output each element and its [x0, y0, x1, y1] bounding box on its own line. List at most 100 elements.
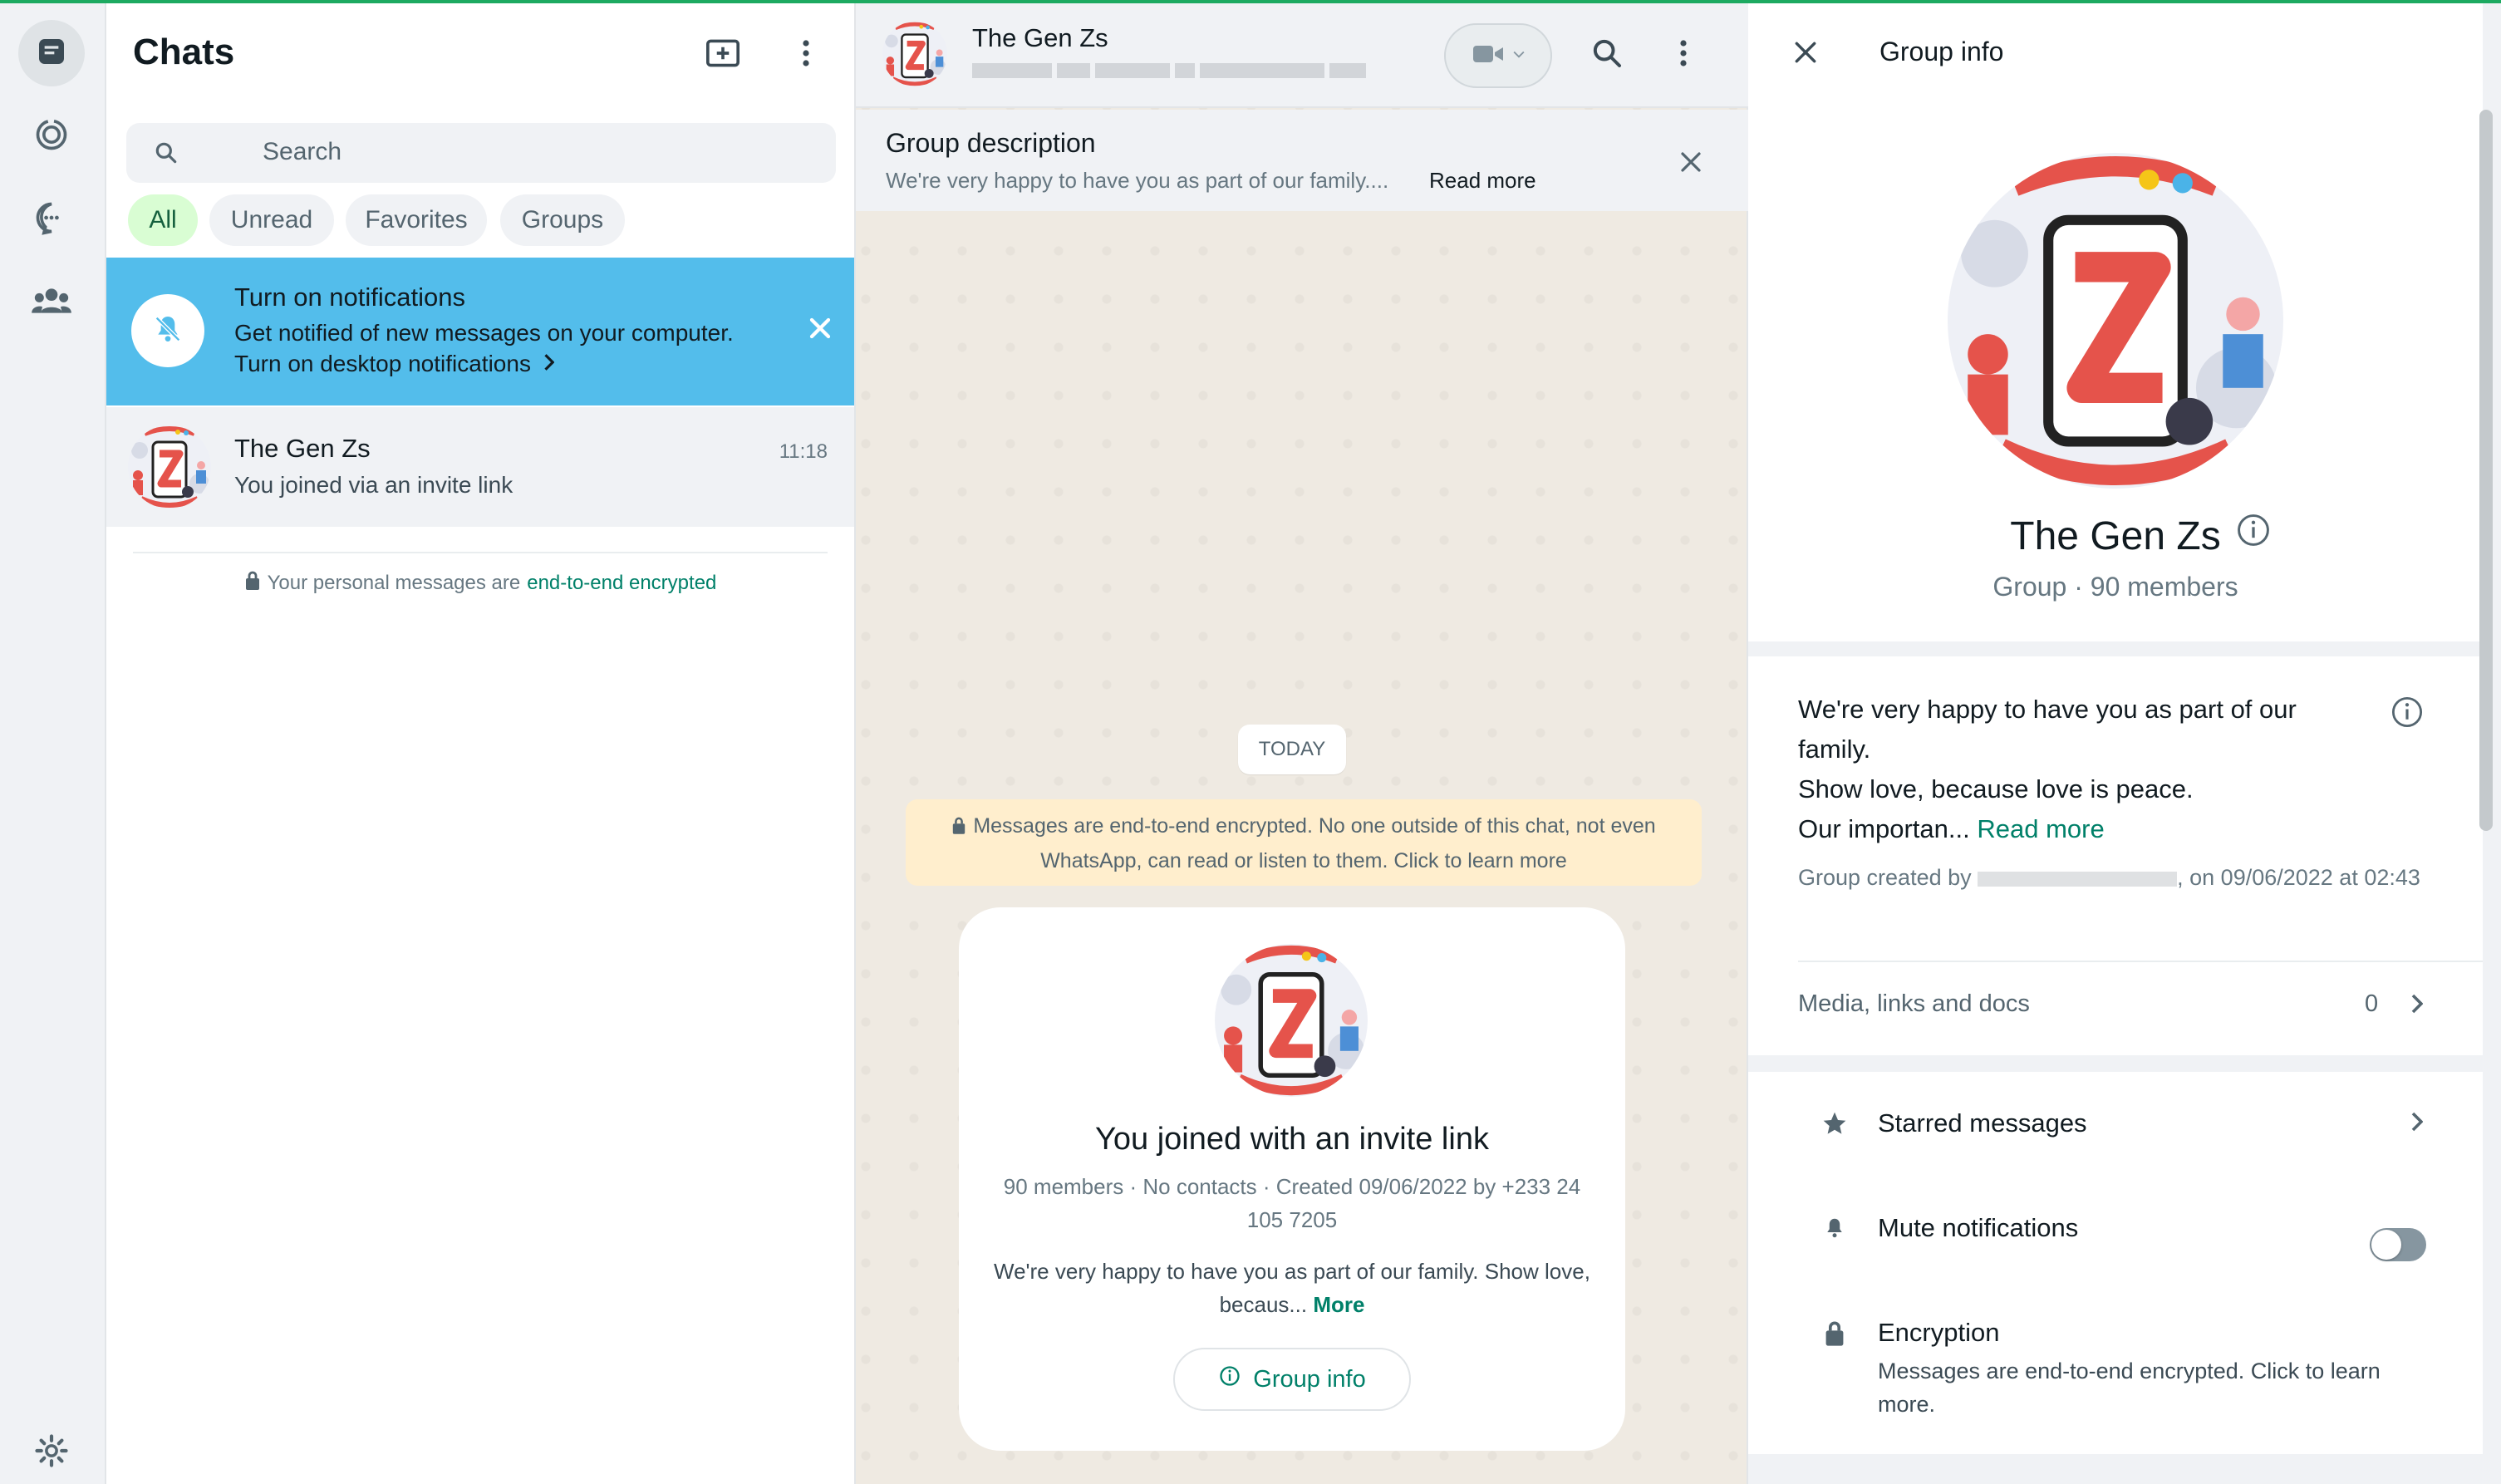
- group-description-section: We're very happy to have you as part of …: [1748, 656, 2483, 1055]
- group-info-panel: Group info The Gen Zs Group · 90 members…: [1748, 0, 2501, 1484]
- group-description-full: We're very happy to have you as part of …: [1798, 690, 2363, 849]
- group-name-info-button[interactable]: [2232, 510, 2275, 553]
- channels-nav-button[interactable]: [18, 186, 85, 253]
- conversation-panel: The Gen Zs Group description We're very …: [856, 0, 1748, 1484]
- chat-list-item[interactable]: The Gen Zs 11:18 You joined via an invit…: [106, 407, 854, 527]
- notification-title: Turn on notifications: [234, 283, 466, 312]
- chat-timestamp: 11:18: [779, 440, 828, 463]
- search-icon: [151, 138, 181, 168]
- notification-banner[interactable]: Turn on notifications Get notified of ne…: [106, 258, 854, 405]
- chevron-right-icon: [2410, 1111, 2424, 1137]
- chats-nav-button[interactable]: [18, 20, 85, 86]
- list-divider: [133, 552, 828, 553]
- section-divider: [1798, 961, 2483, 962]
- starred-chevron-button[interactable]: [2400, 1105, 2433, 1142]
- close-description-button[interactable]: [1670, 143, 1712, 184]
- search-input[interactable]: Search: [126, 123, 836, 183]
- created-suffix: , on 09/06/2022 at 02:43: [2177, 865, 2420, 890]
- conversation-avatar[interactable]: [882, 22, 947, 86]
- chats-icon: [35, 35, 68, 72]
- group-description-bar[interactable]: Group description We're very happy to ha…: [856, 110, 1748, 211]
- search-messages-button[interactable]: [1584, 32, 1630, 78]
- group-created-info: Group created by , on 09/06/2022 at 02:4…: [1798, 861, 2430, 894]
- close-icon: [808, 316, 833, 345]
- encryption-title[interactable]: Encryption: [1878, 1318, 1999, 1348]
- group-info-button-label: Group info: [1253, 1365, 1366, 1393]
- video-call-button[interactable]: [1444, 23, 1552, 88]
- filter-groups[interactable]: Groups: [500, 194, 625, 246]
- invite-card-more-link[interactable]: More: [1313, 1292, 1364, 1317]
- nav-rail: [0, 0, 106, 1484]
- group-profile-photo[interactable]: [1948, 153, 2283, 489]
- communities-nav-button[interactable]: [18, 269, 85, 336]
- chevron-right-icon: [2410, 993, 2424, 1019]
- chevron-down-icon: [1513, 48, 1525, 63]
- invite-card-title: You joined with an invite link: [1095, 1122, 1489, 1157]
- description-info-button[interactable]: [2386, 693, 2428, 735]
- group-description-read-more[interactable]: Read more: [1429, 168, 1536, 194]
- group-info-button[interactable]: Group info: [1173, 1348, 1411, 1411]
- filter-favorites[interactable]: Favorites: [346, 194, 487, 246]
- close-group-info-button[interactable]: [1785, 33, 1826, 75]
- group-info-scrollbar[interactable]: [2479, 110, 2493, 831]
- new-chat-button[interactable]: [698, 33, 748, 76]
- description-line-truncated: Our importan... Read more: [1798, 809, 2363, 849]
- settings-icon: [34, 1433, 69, 1472]
- encryption-system-message[interactable]: Messages are end-to-end encrypted. No on…: [906, 799, 1702, 886]
- desktop-notifications-link[interactable]: Turn on desktop notifications: [234, 351, 555, 377]
- date-divider: TODAY: [1238, 725, 1346, 774]
- conversation-menu-button[interactable]: [1667, 32, 1700, 78]
- description-line: We're very happy to have you as part of …: [1798, 695, 2297, 764]
- mute-notifications-toggle[interactable]: [2370, 1228, 2426, 1261]
- media-chevron-button[interactable]: [2400, 987, 2433, 1024]
- group-actions-section: Starred messages Mute notifications Encr…: [1748, 1072, 2483, 1454]
- chat-name: The Gen Zs: [234, 434, 371, 463]
- channels-icon: [33, 199, 70, 240]
- invite-card-description-text: We're very happy to have you as part of …: [994, 1259, 1590, 1317]
- conversation-header[interactable]: The Gen Zs: [856, 0, 1748, 108]
- conversation-title: The Gen Zs: [972, 23, 1108, 52]
- lock-icon: [1818, 1316, 1851, 1349]
- invite-card-meta: 90 members · No contacts · Created 09/06…: [1003, 1174, 1581, 1232]
- encryption-link[interactable]: end-to-end encrypted: [527, 572, 716, 595]
- bell-off-icon: [151, 312, 184, 350]
- chat-last-message: You joined via an invite link: [234, 472, 513, 498]
- group-name: The Gen Zs: [2010, 514, 2221, 558]
- encryption-system-message-text: Messages are end-to-end encrypted. No on…: [973, 814, 1656, 872]
- info-icon: [2235, 512, 2272, 553]
- notification-subtitle: Get notified of new messages on your com…: [234, 320, 734, 346]
- new-chat-icon: [705, 37, 741, 74]
- chat-list-menu-button[interactable]: [788, 33, 824, 76]
- created-prefix: Group created by: [1798, 865, 1972, 890]
- filter-all[interactable]: All: [128, 194, 198, 246]
- media-count: 0: [2365, 990, 2379, 1017]
- group-description-text: We're very happy to have you as part of …: [886, 168, 1389, 193]
- settings-nav-button[interactable]: [18, 1419, 85, 1484]
- lock-icon: [951, 811, 966, 844]
- close-icon: [1792, 39, 1819, 70]
- starred-messages[interactable]: Starred messages: [1878, 1108, 2087, 1138]
- invite-card-avatar: [1215, 944, 1368, 1097]
- more-vertical-icon: [801, 38, 811, 72]
- more-vertical-icon: [1678, 38, 1688, 72]
- search-placeholder: Search: [263, 138, 342, 165]
- bell-icon: [1818, 1211, 1851, 1245]
- group-profile-section: The Gen Zs Group · 90 members: [1748, 108, 2483, 641]
- notification-circle: [131, 294, 204, 367]
- info-icon: [2390, 695, 2425, 734]
- group-avatar: [128, 425, 211, 509]
- group-info-title: Group info: [1879, 37, 2004, 66]
- status-nav-button[interactable]: [18, 103, 85, 170]
- window-top-accent: [0, 0, 2501, 3]
- description-read-more[interactable]: Read more: [1977, 814, 2104, 843]
- description-line: Show love, because love is peace.: [1798, 774, 2194, 803]
- invite-card-description: We're very happy to have you as part of …: [992, 1255, 1592, 1321]
- close-notification-button[interactable]: [799, 309, 841, 351]
- info-icon: [1218, 1364, 1241, 1394]
- chat-list-title: Chats: [133, 32, 235, 72]
- description-line: Our importan...: [1798, 814, 1970, 843]
- star-icon: [1818, 1107, 1851, 1140]
- filter-unread[interactable]: Unread: [209, 194, 334, 246]
- encryption-note-text: Your personal messages are: [267, 571, 521, 594]
- media-links-docs[interactable]: Media, links and docs: [1798, 990, 2030, 1018]
